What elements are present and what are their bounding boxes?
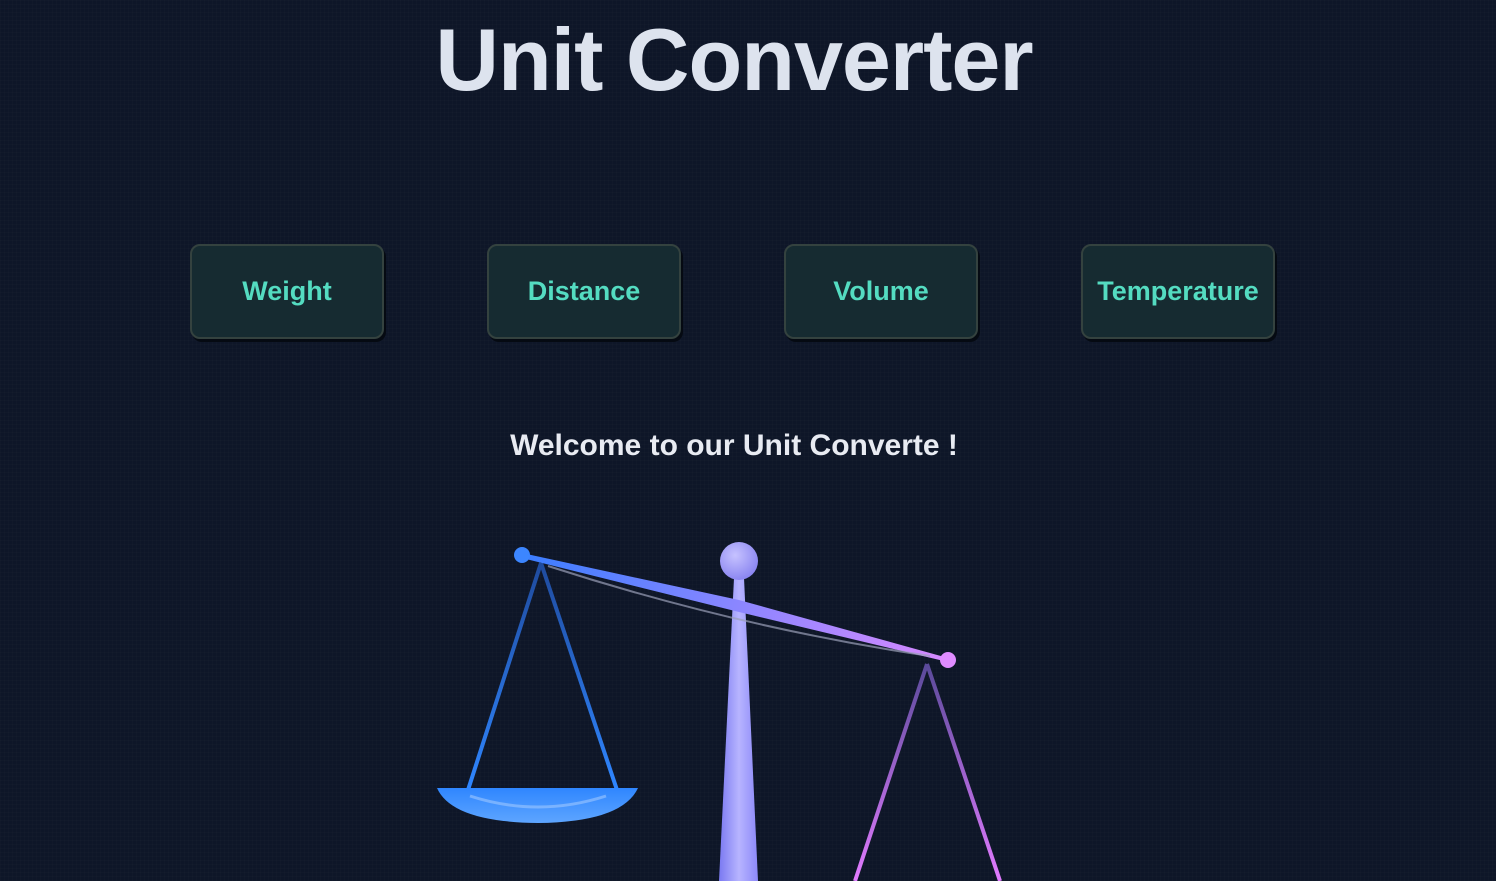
scale-top-knob	[720, 542, 758, 580]
unit-converter-page: Unit Converter Weight Distance Volume Te…	[0, 0, 1496, 881]
left-pan-string	[539, 562, 619, 791]
right-pan-string	[853, 663, 929, 881]
right-beam-knob	[940, 652, 956, 668]
left-beam-knob	[514, 547, 530, 563]
left-pan-string	[466, 562, 543, 791]
balance-scale-icon	[437, 542, 1002, 881]
right-pan-string	[925, 663, 1002, 881]
